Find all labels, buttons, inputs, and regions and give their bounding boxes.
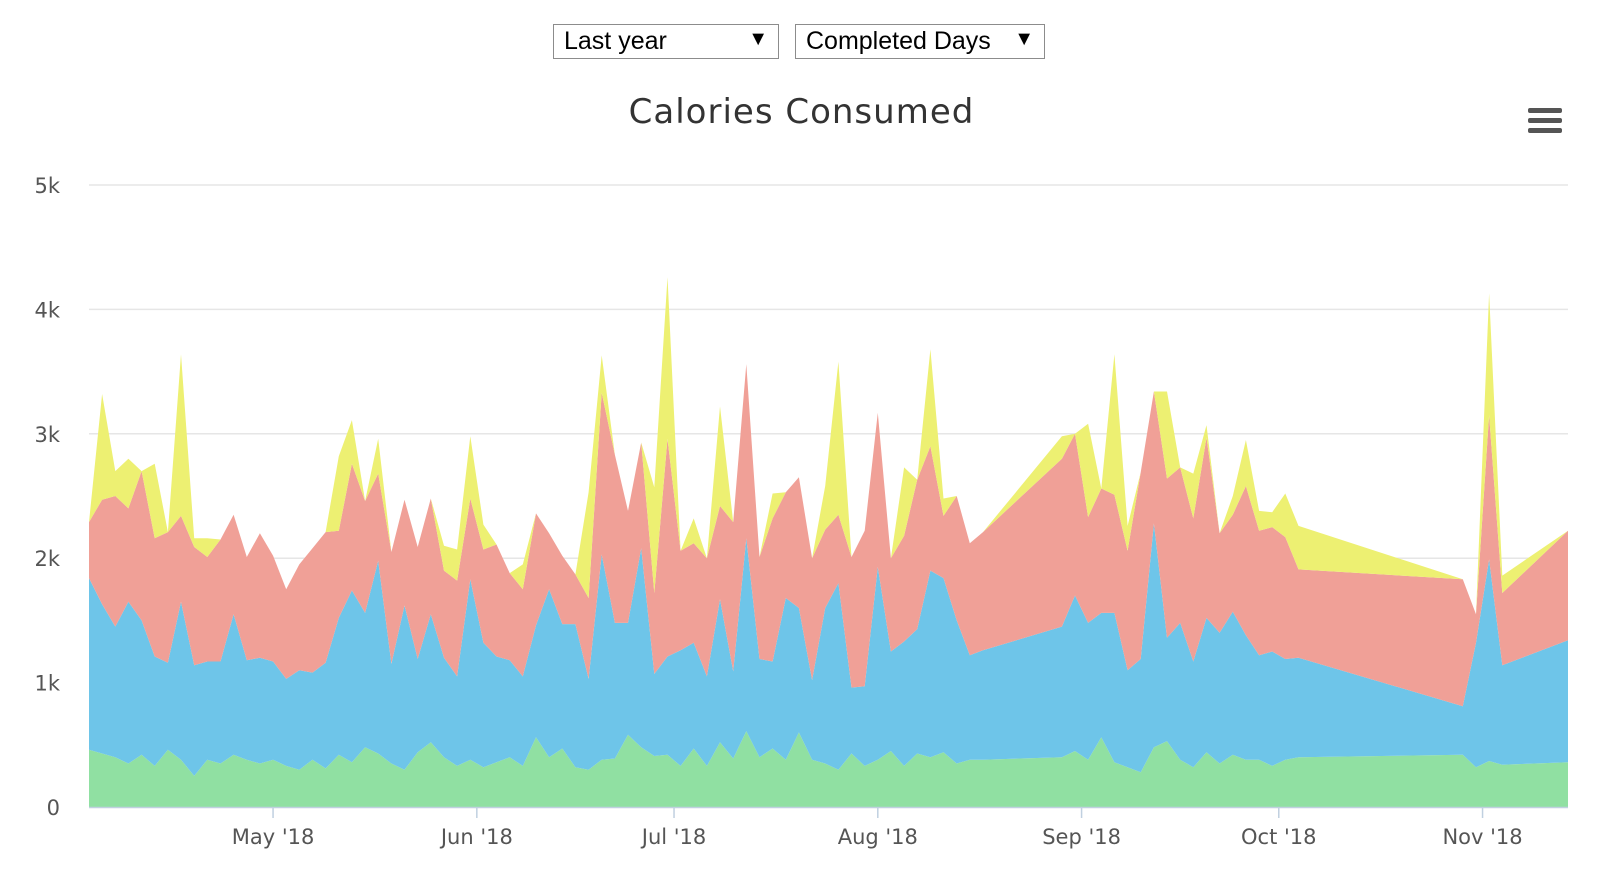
x-tick-label: Jun '18 (439, 825, 513, 849)
y-tick-label: 1k (34, 672, 60, 696)
x-axis-labels: May '18 Jun '18 Jul '18 Aug '18 Sep '18 Oct '… (232, 825, 1523, 849)
x-tick-label: May '18 (232, 825, 315, 849)
y-tick-label: 5k (34, 174, 60, 198)
y-tick-label: 4k (34, 298, 60, 322)
x-axis (89, 806, 1568, 818)
stacked-areas (89, 277, 1568, 807)
x-tick-label: Jul '18 (640, 825, 707, 849)
hamburger-menu-icon[interactable] (1528, 108, 1562, 138)
y-tick-label: 3k (34, 423, 60, 447)
chart-controls: Last year ▼ Completed Days ▼ (0, 24, 1603, 64)
day-type-value: Completed Days (806, 27, 991, 55)
x-tick-label: Sep '18 (1042, 825, 1121, 849)
date-range-value: Last year (564, 27, 667, 55)
x-tick-label: Nov '18 (1442, 825, 1522, 849)
chart-title: Calories Consumed (628, 92, 975, 132)
y-tick-label: 2k (34, 547, 60, 571)
menu-bar (1528, 108, 1562, 113)
menu-bar (1528, 128, 1562, 133)
menu-bar (1528, 118, 1562, 123)
x-tick-label: Oct '18 (1241, 825, 1316, 849)
y-axis-labels: 0 1k 2k 3k 4k 5k (34, 174, 60, 820)
y-tick-label: 0 (47, 796, 60, 820)
date-range-dropdown[interactable]: Last year ▼ (553, 24, 779, 59)
chevron-down-icon: ▼ (1014, 28, 1034, 50)
chevron-down-icon: ▼ (748, 28, 768, 50)
x-tick-label: Aug '18 (838, 825, 918, 849)
day-type-dropdown[interactable]: Completed Days ▼ (795, 24, 1045, 59)
